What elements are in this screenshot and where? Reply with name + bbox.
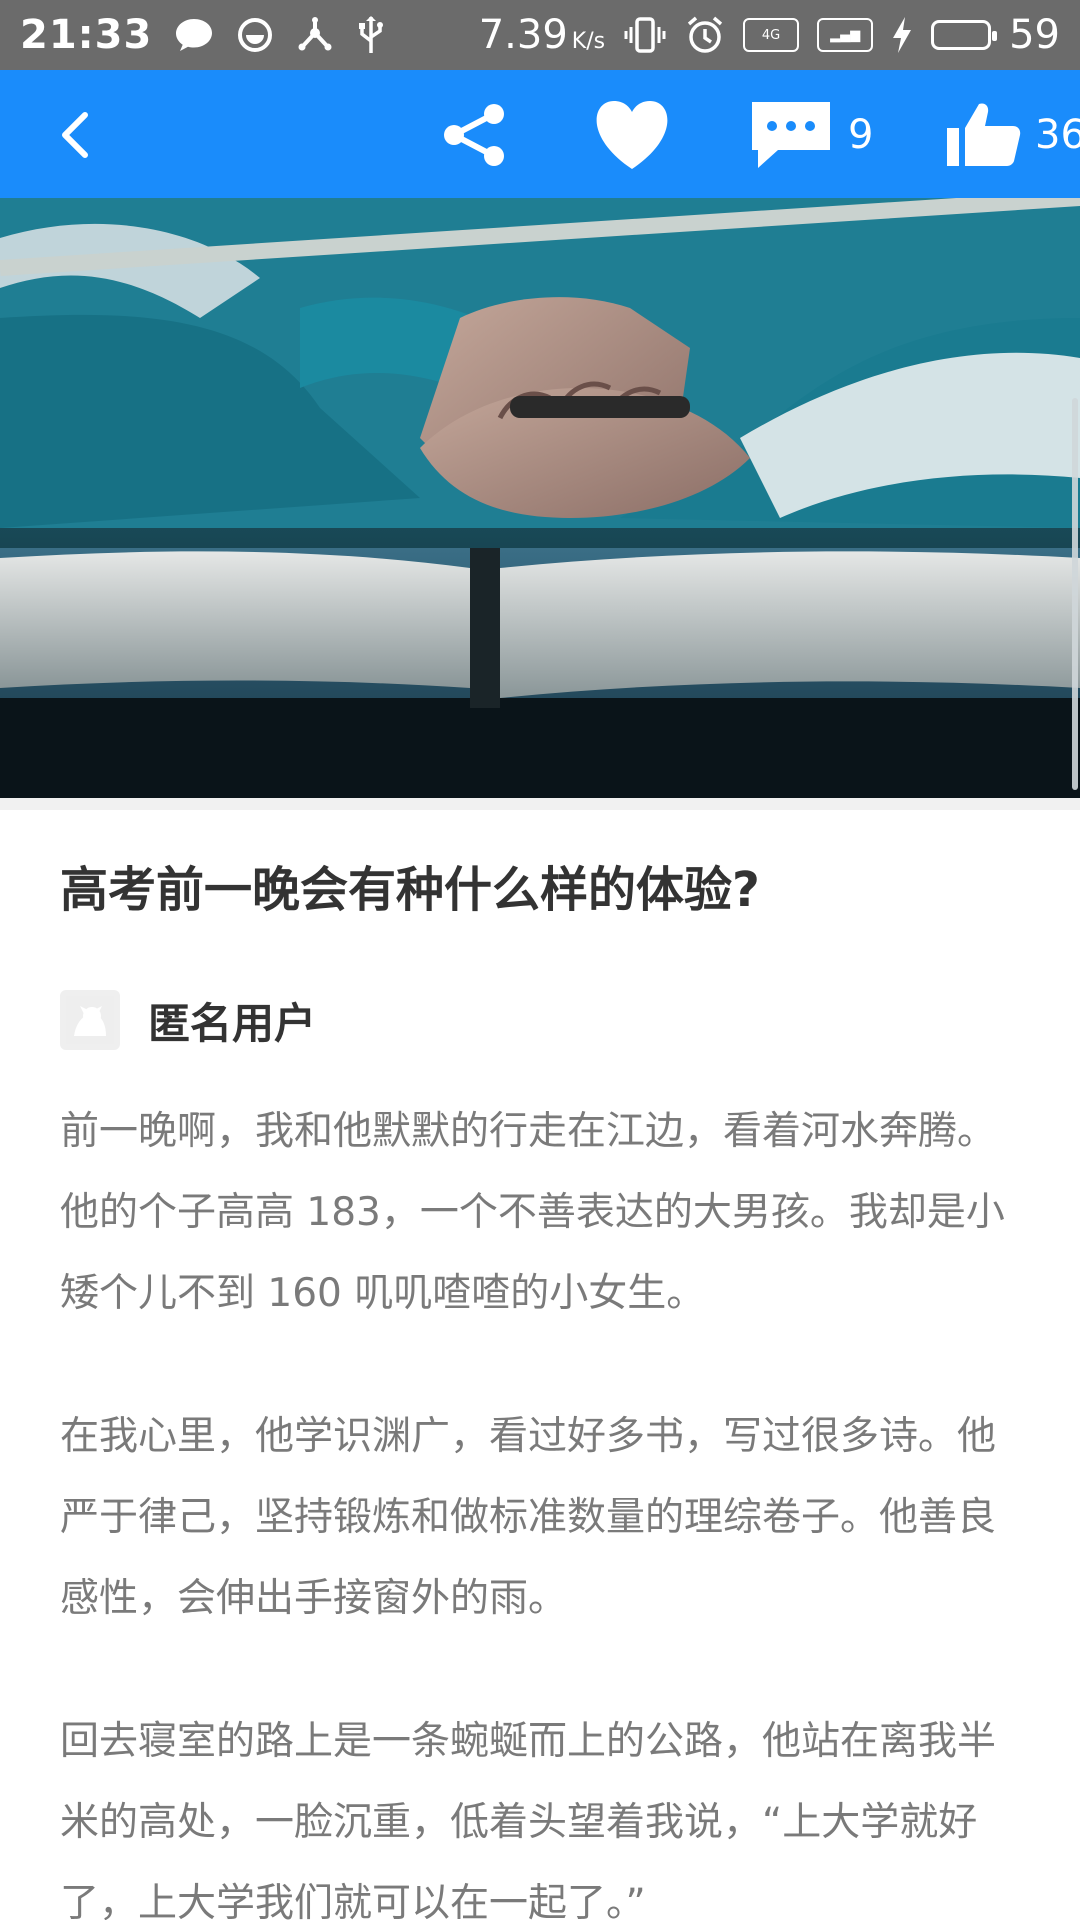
status-left: 21:33	[20, 12, 386, 58]
back-button[interactable]	[40, 100, 110, 170]
avatar[interactable]	[60, 990, 120, 1051]
article-title: 高考前一晚会有种什么样的体验?	[60, 862, 760, 918]
comment-count: 9	[848, 112, 874, 158]
chat-bubble-icon	[174, 17, 214, 53]
share-icon	[444, 104, 504, 166]
author-row[interactable]: 匿名用户	[60, 990, 1020, 1051]
app-bar: 9 36	[0, 70, 1080, 198]
status-time: 21:33	[20, 12, 153, 58]
charging-icon	[891, 16, 913, 54]
chevron-left-icon	[62, 112, 88, 158]
scrollbar[interactable]	[1072, 398, 1078, 790]
alarm-icon	[685, 15, 725, 55]
network-speed-value: 7.39	[478, 12, 568, 58]
screen: 21:33 7.39 K/s 4G ▂▄▆ 59 9 36 高考前一晚会有种什么…	[0, 0, 1080, 1920]
signal-4g-icon: 4G	[743, 18, 800, 52]
status-bar: 21:33 7.39 K/s 4G ▂▄▆ 59	[0, 0, 1080, 70]
favorite-button[interactable]	[590, 90, 674, 180]
battery-icon	[931, 20, 998, 50]
author-name[interactable]: 匿名用户	[148, 990, 316, 1051]
network-speed: 7.39 K/s	[479, 12, 605, 58]
smiley-icon	[236, 16, 274, 54]
thumbs-up-icon	[947, 103, 1021, 166]
paragraph: 前一晚啊，我和他默默的行走在江边，看着河水奔腾。他的个子高高 183，一个不善表…	[60, 1108, 1005, 1316]
paragraph: 在我心里，他学识渊广，看过好多书，写过很多诗。他严于律己，坚持锻炼和做标准数量的…	[60, 1413, 997, 1621]
network-speed-unit: K/s	[571, 29, 606, 54]
hero-image	[0, 198, 1080, 798]
vibrate-icon	[623, 15, 667, 55]
article: 高考前一晚会有种什么样的体验? 匿名用户 前一晚啊，我和他默默的行走在江边，看着…	[60, 862, 1020, 1920]
status-right: 7.39 K/s 4G ▂▄▆ 59	[479, 12, 1060, 58]
paragraph: 回去寝室的路上是一条蜿蜒而上的公路，他站在离我半米的高处，一脸沉重，低着头望着我…	[60, 1718, 997, 1920]
anonymous-avatar-icon	[66, 996, 114, 1045]
comment-button[interactable]: 9	[748, 90, 873, 180]
signal-icon: ▂▄▆	[817, 18, 874, 52]
battery-percent: 59	[1009, 12, 1060, 58]
usb-network-icon	[296, 16, 334, 54]
heart-icon	[596, 101, 668, 169]
comment-icon	[752, 102, 830, 168]
usb-icon	[356, 15, 386, 55]
like-button[interactable]: 36	[945, 90, 1080, 180]
like-count: 36	[1035, 112, 1080, 158]
hero-photo	[0, 198, 1080, 798]
share-button[interactable]	[440, 90, 510, 180]
divider	[0, 798, 1080, 810]
